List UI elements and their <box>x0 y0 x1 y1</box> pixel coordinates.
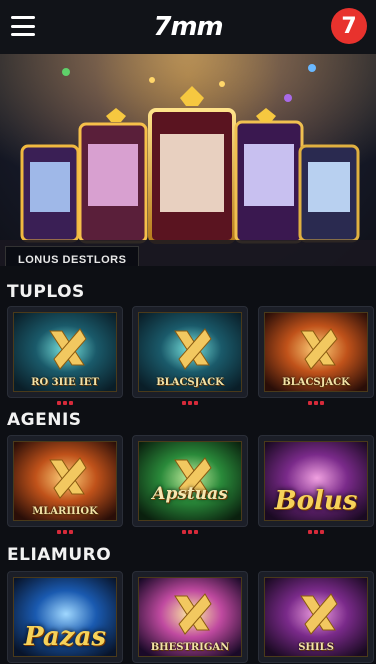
game-card[interactable]: MLARIIIOK <box>7 435 123 527</box>
game-card[interactable]: Apstuas <box>132 435 248 527</box>
site-logo[interactable]: 7mm <box>153 12 223 42</box>
game-card[interactable]: BHESTRIGAN <box>132 571 248 663</box>
game-card[interactable]: RO 3IIE IET <box>7 306 123 398</box>
carousel-indicator <box>132 401 248 405</box>
game-thumbnail <box>138 441 242 521</box>
game-card[interactable]: Bolus <box>258 435 374 527</box>
game-row-eliamuro: Pazas BHESTRIGAN SHILS <box>0 571 376 664</box>
game-title: MLARIIIOK <box>32 506 98 517</box>
game-card[interactable]: Pazas <box>7 571 123 663</box>
menu-icon[interactable] <box>11 16 35 36</box>
game-title: Bolus <box>274 486 358 516</box>
game-title: RO 3IIE IET <box>31 377 99 388</box>
game-title: BLACSJACK <box>282 377 350 388</box>
game-title: BHESTRIGAN <box>150 642 230 653</box>
game-title: BLACSJACK <box>156 377 224 388</box>
hero-banner[interactable]: LONUS DESTLORS <box>0 54 376 266</box>
carousel-indicator <box>258 530 374 534</box>
carousel-indicator <box>7 401 123 405</box>
section-title-tuplos: TUPLOS <box>7 282 85 302</box>
carousel-indicator <box>7 530 123 534</box>
game-card[interactable]: BLACSJACK <box>132 306 248 398</box>
game-row-agenis: MLARIIIOK Apstuas Bolus <box>0 435 376 545</box>
hero-label[interactable]: LONUS DESTLORS <box>5 246 140 266</box>
section-title-eliamuro: ELIAMURO <box>7 545 112 565</box>
section-title-agenis: AGENIS <box>7 410 82 430</box>
game-row-tuplos: RO 3IIE IET BLACSJACK BLACSJACK <box>0 306 376 416</box>
carousel-indicator <box>132 530 248 534</box>
top-bar: 7mm 7 <box>0 0 376 54</box>
game-title: Pazas <box>24 622 106 652</box>
slot-machines-illustration <box>0 54 376 266</box>
game-title: SHILS <box>298 642 334 653</box>
carousel-indicator <box>258 401 374 405</box>
game-title: Apstuas <box>152 484 228 504</box>
game-card[interactable]: SHILS <box>258 571 374 663</box>
game-card[interactable]: BLACSJACK <box>258 306 374 398</box>
profile-badge[interactable]: 7 <box>331 8 367 44</box>
